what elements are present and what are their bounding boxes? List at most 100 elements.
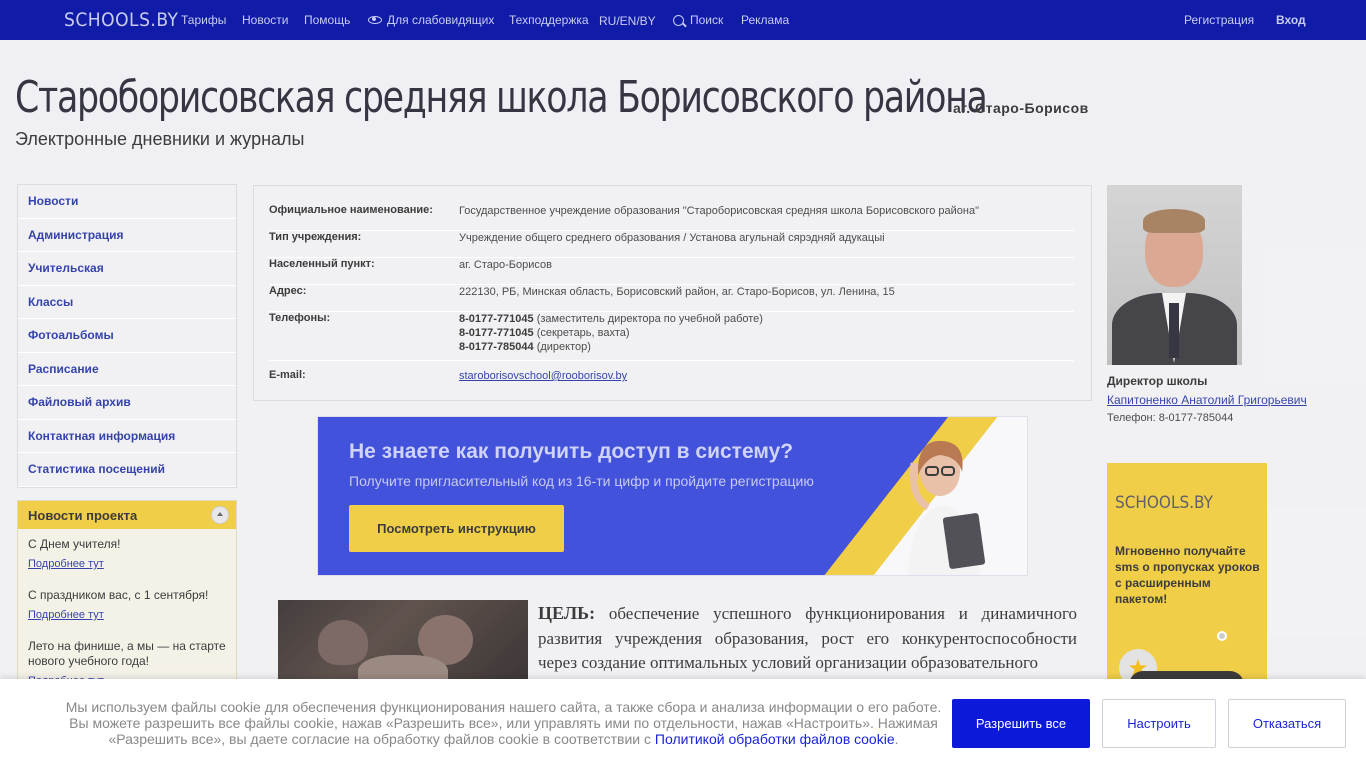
email-link[interactable]: staroborisovschool@rooborisov.by bbox=[459, 370, 627, 382]
page-header: Староборисовская средняя школа Борисовск… bbox=[0, 40, 1366, 168]
sidebar-item-label[interactable]: Учительская bbox=[28, 261, 104, 275]
access-banner[interactable]: Не знаете как получить доступ в систему?… bbox=[317, 416, 1028, 576]
info-label: Тип учреждения: bbox=[269, 231, 362, 243]
project-news-title: Новости проекта bbox=[28, 507, 138, 523]
sidebar-menu: Новости Администрация Учительская Классы… bbox=[17, 184, 237, 488]
info-row-phones: Телефоны: 8-0177-771045 (заместитель дир… bbox=[269, 312, 1074, 361]
news-entry-text: С Днем учителя! bbox=[28, 537, 121, 551]
ad-decor-dot bbox=[1217, 631, 1227, 641]
decline-button[interactable]: Отказаться bbox=[1228, 699, 1346, 748]
phone-note: (секретарь, вахта) bbox=[536, 327, 630, 339]
collapse-icon[interactable] bbox=[211, 506, 229, 524]
project-news-header: Новости проекта bbox=[18, 501, 236, 529]
info-label: Телефоны: bbox=[269, 312, 331, 324]
goal-label: ЦЕЛЬ: bbox=[538, 603, 596, 623]
sidebar-item-label[interactable]: Администрация bbox=[28, 228, 123, 242]
phone-line: 8-0177-771045 (заместитель директора по … bbox=[459, 312, 763, 326]
register-link[interactable]: Регистрация bbox=[1184, 13, 1254, 27]
sidebar-item-label[interactable]: Файловый архив bbox=[28, 395, 131, 409]
cookie-message: Мы используем файлы cookie для обеспечен… bbox=[65, 699, 942, 747]
school-title: Староборисовская средняя школа Борисовск… bbox=[15, 72, 988, 123]
info-row-type: Тип учреждения: Учреждение общего средне… bbox=[269, 231, 1074, 258]
sidebar-item-teachers[interactable]: Учительская bbox=[18, 252, 236, 286]
info-value: staroborisovschool@rooborisov.by bbox=[459, 369, 627, 383]
nav-help[interactable]: Помощь bbox=[304, 13, 350, 27]
sidebar-item-schedule[interactable]: Расписание bbox=[18, 353, 236, 386]
sidebar-item-label[interactable]: Расписание bbox=[28, 362, 99, 376]
school-locality: аг. Старо-Борисов bbox=[953, 100, 1089, 116]
news-entry-link[interactable]: Подробнее тут bbox=[28, 608, 226, 623]
nav-search[interactable]: Поиск bbox=[673, 13, 723, 27]
info-label: E-mail: bbox=[269, 369, 306, 381]
cookie-text-line1: Мы используем файлы cookie для обеспечен… bbox=[65, 699, 942, 715]
director-name-link[interactable]: Капитоненко Анатолий Григорьевич bbox=[1107, 393, 1307, 407]
language-switcher[interactable]: RU/EN/BY bbox=[599, 14, 656, 28]
banner-title: Не знаете как получить доступ в систему? bbox=[349, 440, 794, 463]
sidebar-item-label[interactable]: Новости bbox=[28, 194, 78, 208]
info-row-address: Адрес: 222130, РБ, Минская область, Бори… bbox=[269, 285, 1074, 312]
info-row-email: E-mail: staroborisovschool@rooborisov.by bbox=[269, 369, 1074, 389]
school-info-card: Официальное наименование: Государственно… bbox=[253, 185, 1092, 401]
nav-tariffs[interactable]: Тарифы bbox=[181, 13, 226, 27]
sidebar-item-news[interactable]: Новости bbox=[18, 185, 236, 219]
info-value: Государственное учреждение образования "… bbox=[459, 205, 979, 217]
cookie-text-line2: Вы можете разрешить все файлы cookie, на… bbox=[69, 715, 938, 731]
phone-note: (заместитель директора по учебной работе… bbox=[536, 313, 763, 325]
news-entry: С Днем учителя! Подробнее тут bbox=[18, 529, 236, 572]
configure-button[interactable]: Настроить bbox=[1102, 699, 1216, 748]
info-phones: 8-0177-771045 (заместитель директора по … bbox=[459, 312, 763, 354]
info-value: 222130, РБ, Минская область, Борисовский… bbox=[459, 286, 895, 298]
sms-ad-banner[interactable]: SCHOOLS.BY Мгновенно получайте sms о про… bbox=[1107, 463, 1267, 703]
sidebar-item-administration[interactable]: Администрация bbox=[18, 219, 236, 252]
nav-support[interactable]: Техподдержка bbox=[509, 13, 589, 27]
sidebar-item-classes[interactable]: Классы bbox=[18, 286, 236, 319]
site-subtitle: Электронные дневники и журналы bbox=[15, 129, 305, 149]
nav-accessibility[interactable]: Для слабовидящих bbox=[368, 13, 494, 27]
nav-search-label: Поиск bbox=[690, 13, 724, 27]
sidebar-item-label[interactable]: Фотоальбомы bbox=[28, 328, 114, 342]
ad-logo: SCHOOLS.BY bbox=[1115, 493, 1213, 513]
sidebar-item-statistics[interactable]: Статистика посещений bbox=[18, 453, 236, 487]
phone-number: 8-0177-785044 bbox=[459, 341, 534, 353]
nav-news[interactable]: Новости bbox=[242, 13, 288, 27]
site-logo[interactable]: SCHOOLS.BY bbox=[64, 9, 178, 31]
ad-text: Мгновенно получайте sms о пропусках урок… bbox=[1115, 544, 1260, 606]
woman-illustration bbox=[908, 440, 986, 575]
info-label: Адрес: bbox=[269, 285, 307, 297]
sidebar-item-photo-albums[interactable]: Фотоальбомы bbox=[18, 319, 236, 353]
phone-line: 8-0177-771045 (секретарь, вахта) bbox=[459, 326, 763, 340]
news-entry-link[interactable]: Подробнее тут bbox=[28, 557, 226, 572]
cookie-banner: Мы используем файлы cookie для обеспечен… bbox=[0, 679, 1366, 768]
cookie-policy-link[interactable]: Политикой обработки файлов cookie bbox=[655, 731, 895, 747]
allow-all-button[interactable]: Разрешить все bbox=[952, 699, 1090, 748]
eye-icon bbox=[368, 16, 382, 24]
info-label: Официальное наименование: bbox=[269, 204, 433, 216]
news-entry-text: С праздником вас, с 1 сентября! bbox=[28, 588, 209, 602]
sidebar-item-label[interactable]: Контактная информация bbox=[28, 429, 175, 443]
goal-text: ЦЕЛЬ: обеспечение успешного функциониров… bbox=[538, 601, 1077, 676]
phone-number: 8-0177-771045 bbox=[459, 327, 534, 339]
instruction-button[interactable]: Посмотреть инструкцию bbox=[349, 505, 564, 552]
director-phone: Телефон: 8-0177-785044 bbox=[1107, 412, 1234, 424]
phone-number: 8-0177-771045 bbox=[459, 313, 534, 325]
banner-subtitle: Получите пригласительный код из 16-ти ци… bbox=[349, 473, 814, 489]
search-icon bbox=[673, 15, 684, 26]
sidebar-item-file-archive[interactable]: Файловый архив bbox=[18, 386, 236, 420]
info-row-official-name: Официальное наименование: Государственно… bbox=[269, 204, 1074, 231]
cookie-text-line3: «Разрешить все», вы даете согласие на об… bbox=[108, 731, 652, 747]
sidebar-item-label[interactable]: Классы bbox=[28, 295, 73, 309]
news-entry: С праздником вас, с 1 сентября! Подробне… bbox=[18, 572, 236, 623]
info-label: Населенный пункт: bbox=[269, 258, 375, 270]
director-photo bbox=[1107, 185, 1242, 365]
nav-ads[interactable]: Реклама bbox=[741, 13, 789, 27]
nav-accessibility-label: Для слабовидящих bbox=[387, 13, 495, 27]
sidebar-item-label[interactable]: Статистика посещений bbox=[28, 462, 165, 476]
director-title: Директор школы bbox=[1107, 374, 1208, 388]
sidebar-item-contacts[interactable]: Контактная информация bbox=[18, 420, 236, 453]
project-news-box: Новости проекта С Днем учителя! Подробне… bbox=[17, 500, 237, 700]
phone-note: (директор) bbox=[536, 341, 591, 353]
login-link[interactable]: Вход bbox=[1276, 13, 1306, 27]
info-value: Учреждение общего среднего образования /… bbox=[459, 232, 885, 244]
news-entry-text: Лето на финише, а мы — на старте нового … bbox=[28, 639, 226, 668]
phone-line: 8-0177-785044 (директор) bbox=[459, 340, 763, 354]
